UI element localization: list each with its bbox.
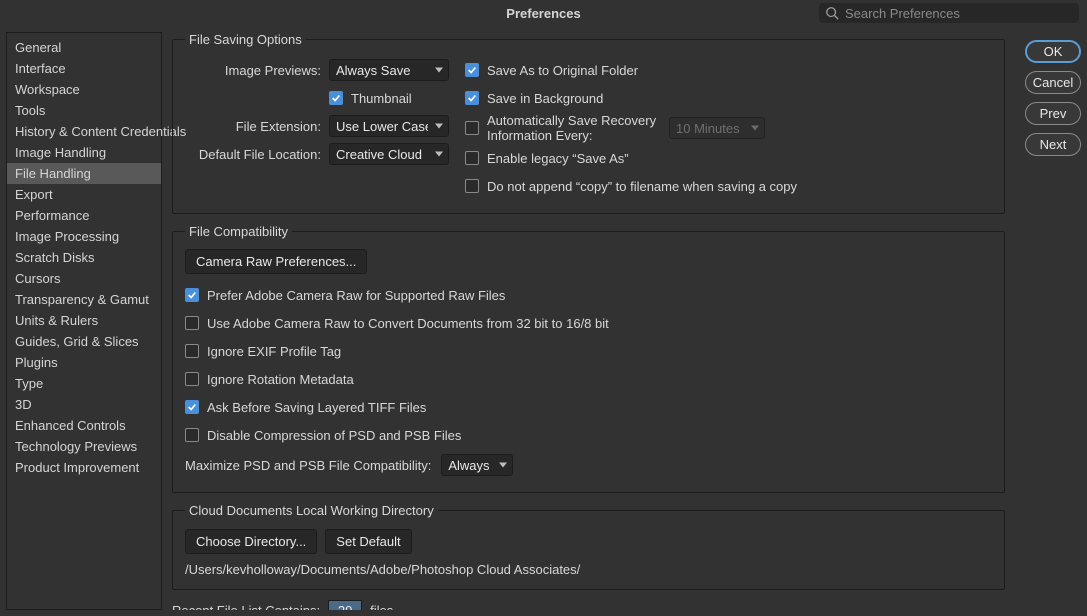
default-location-label: Default File Location: [185, 147, 329, 162]
sidebar-item-workspace[interactable]: Workspace [7, 79, 161, 100]
cancel-button[interactable]: Cancel [1025, 71, 1081, 94]
thumbnail-checkbox[interactable] [329, 91, 343, 105]
compat-label-3: Ignore Rotation Metadata [207, 372, 354, 387]
compat-label-1: Use Adobe Camera Raw to Convert Document… [207, 316, 609, 331]
compat-checkbox-2[interactable] [185, 344, 199, 358]
maximize-compat-select[interactable]: Always [441, 454, 513, 476]
sidebar-item-scratch-disks[interactable]: Scratch Disks [7, 247, 161, 268]
file-extension-select[interactable]: Use Lower Case [329, 115, 449, 137]
ok-button[interactable]: OK [1025, 40, 1081, 63]
compat-label-2: Ignore EXIF Profile Tag [207, 344, 341, 359]
compat-checkbox-3[interactable] [185, 372, 199, 386]
sidebar-item-image-processing[interactable]: Image Processing [7, 226, 161, 247]
file-compatibility-group: File Compatibility Camera Raw Preference… [172, 224, 1005, 493]
choose-directory-button[interactable]: Choose Directory... [185, 529, 317, 554]
default-location-select[interactable]: Creative Cloud [329, 143, 449, 165]
sidebar-item-cursors[interactable]: Cursors [7, 268, 161, 289]
sidebar-item-enhanced-controls[interactable]: Enhanced Controls [7, 415, 161, 436]
window-titlebar: Preferences [0, 0, 1087, 26]
sidebar-item-type[interactable]: Type [7, 373, 161, 394]
sidebar-item-file-handling[interactable]: File Handling [7, 163, 161, 184]
compat-checkbox-5[interactable] [185, 428, 199, 442]
search-icon [825, 6, 839, 20]
main-panel: File Saving Options Image Previews: Alwa… [168, 32, 1009, 610]
prev-button[interactable]: Prev [1025, 102, 1081, 125]
dialog-buttons: OK Cancel Prev Next [1015, 32, 1081, 610]
compat-label-4: Ask Before Saving Layered TIFF Files [207, 400, 426, 415]
sidebar-item-history-content-credentials[interactable]: History & Content Credentials [7, 121, 161, 142]
sidebar-item-guides-grid-slices[interactable]: Guides, Grid & Slices [7, 331, 161, 352]
compat-checkbox-0[interactable] [185, 288, 199, 302]
sidebar-item-3d[interactable]: 3D [7, 394, 161, 415]
sidebar-item-tools[interactable]: Tools [7, 100, 161, 121]
cloud-directory-path: /Users/kevholloway/Documents/Adobe/Photo… [185, 562, 992, 577]
group-legend: File Compatibility [185, 224, 292, 239]
group-legend: Cloud Documents Local Working Directory [185, 503, 438, 518]
group-legend: File Saving Options [185, 32, 306, 47]
sidebar-item-image-handling[interactable]: Image Handling [7, 142, 161, 163]
save-background-checkbox[interactable] [465, 91, 479, 105]
compat-checkbox-4[interactable] [185, 400, 199, 414]
legacy-save-as-checkbox[interactable] [465, 151, 479, 165]
no-copy-suffix-label: Do not append “copy” to filename when sa… [487, 179, 797, 194]
no-copy-suffix-checkbox[interactable] [465, 179, 479, 193]
sidebar-item-general[interactable]: General [7, 37, 161, 58]
window-title: Preferences [506, 6, 580, 21]
auto-recovery-interval-select: 10 Minutes [669, 117, 765, 139]
category-sidebar: GeneralInterfaceWorkspaceToolsHistory & … [6, 32, 162, 610]
save-background-label: Save in Background [487, 91, 603, 106]
camera-raw-preferences-button[interactable]: Camera Raw Preferences... [185, 249, 367, 274]
sidebar-item-export[interactable]: Export [7, 184, 161, 205]
sidebar-item-product-improvement[interactable]: Product Improvement [7, 457, 161, 478]
recent-file-list-label: Recent File List Contains: [172, 603, 320, 611]
legacy-save-as-label: Enable legacy “Save As” [487, 151, 629, 166]
file-saving-options-group: File Saving Options Image Previews: Alwa… [172, 32, 1005, 214]
recent-file-suffix: files [370, 603, 393, 611]
image-previews-select[interactable]: Always Save [329, 59, 449, 81]
search-preferences[interactable] [819, 3, 1079, 23]
recent-file-count-input[interactable] [328, 600, 362, 610]
sidebar-item-performance[interactable]: Performance [7, 205, 161, 226]
save-original-folder-label: Save As to Original Folder [487, 63, 638, 78]
thumbnail-label: Thumbnail [351, 91, 412, 106]
sidebar-item-units-rulers[interactable]: Units & Rulers [7, 310, 161, 331]
compat-label-5: Disable Compression of PSD and PSB Files [207, 428, 461, 443]
maximize-compat-label: Maximize PSD and PSB File Compatibility: [185, 458, 431, 473]
compat-checkbox-1[interactable] [185, 316, 199, 330]
set-default-button[interactable]: Set Default [325, 529, 411, 554]
search-input[interactable] [845, 6, 1073, 21]
sidebar-item-technology-previews[interactable]: Technology Previews [7, 436, 161, 457]
auto-recovery-label: Automatically Save Recovery Information … [487, 113, 657, 143]
next-button[interactable]: Next [1025, 133, 1081, 156]
image-previews-label: Image Previews: [185, 63, 329, 78]
cloud-documents-group: Cloud Documents Local Working Directory … [172, 503, 1005, 590]
compat-label-0: Prefer Adobe Camera Raw for Supported Ra… [207, 288, 505, 303]
sidebar-item-plugins[interactable]: Plugins [7, 352, 161, 373]
sidebar-item-transparency-gamut[interactable]: Transparency & Gamut [7, 289, 161, 310]
file-extension-label: File Extension: [185, 119, 329, 134]
auto-recovery-checkbox[interactable] [465, 121, 479, 135]
sidebar-item-interface[interactable]: Interface [7, 58, 161, 79]
save-original-folder-checkbox[interactable] [465, 63, 479, 77]
